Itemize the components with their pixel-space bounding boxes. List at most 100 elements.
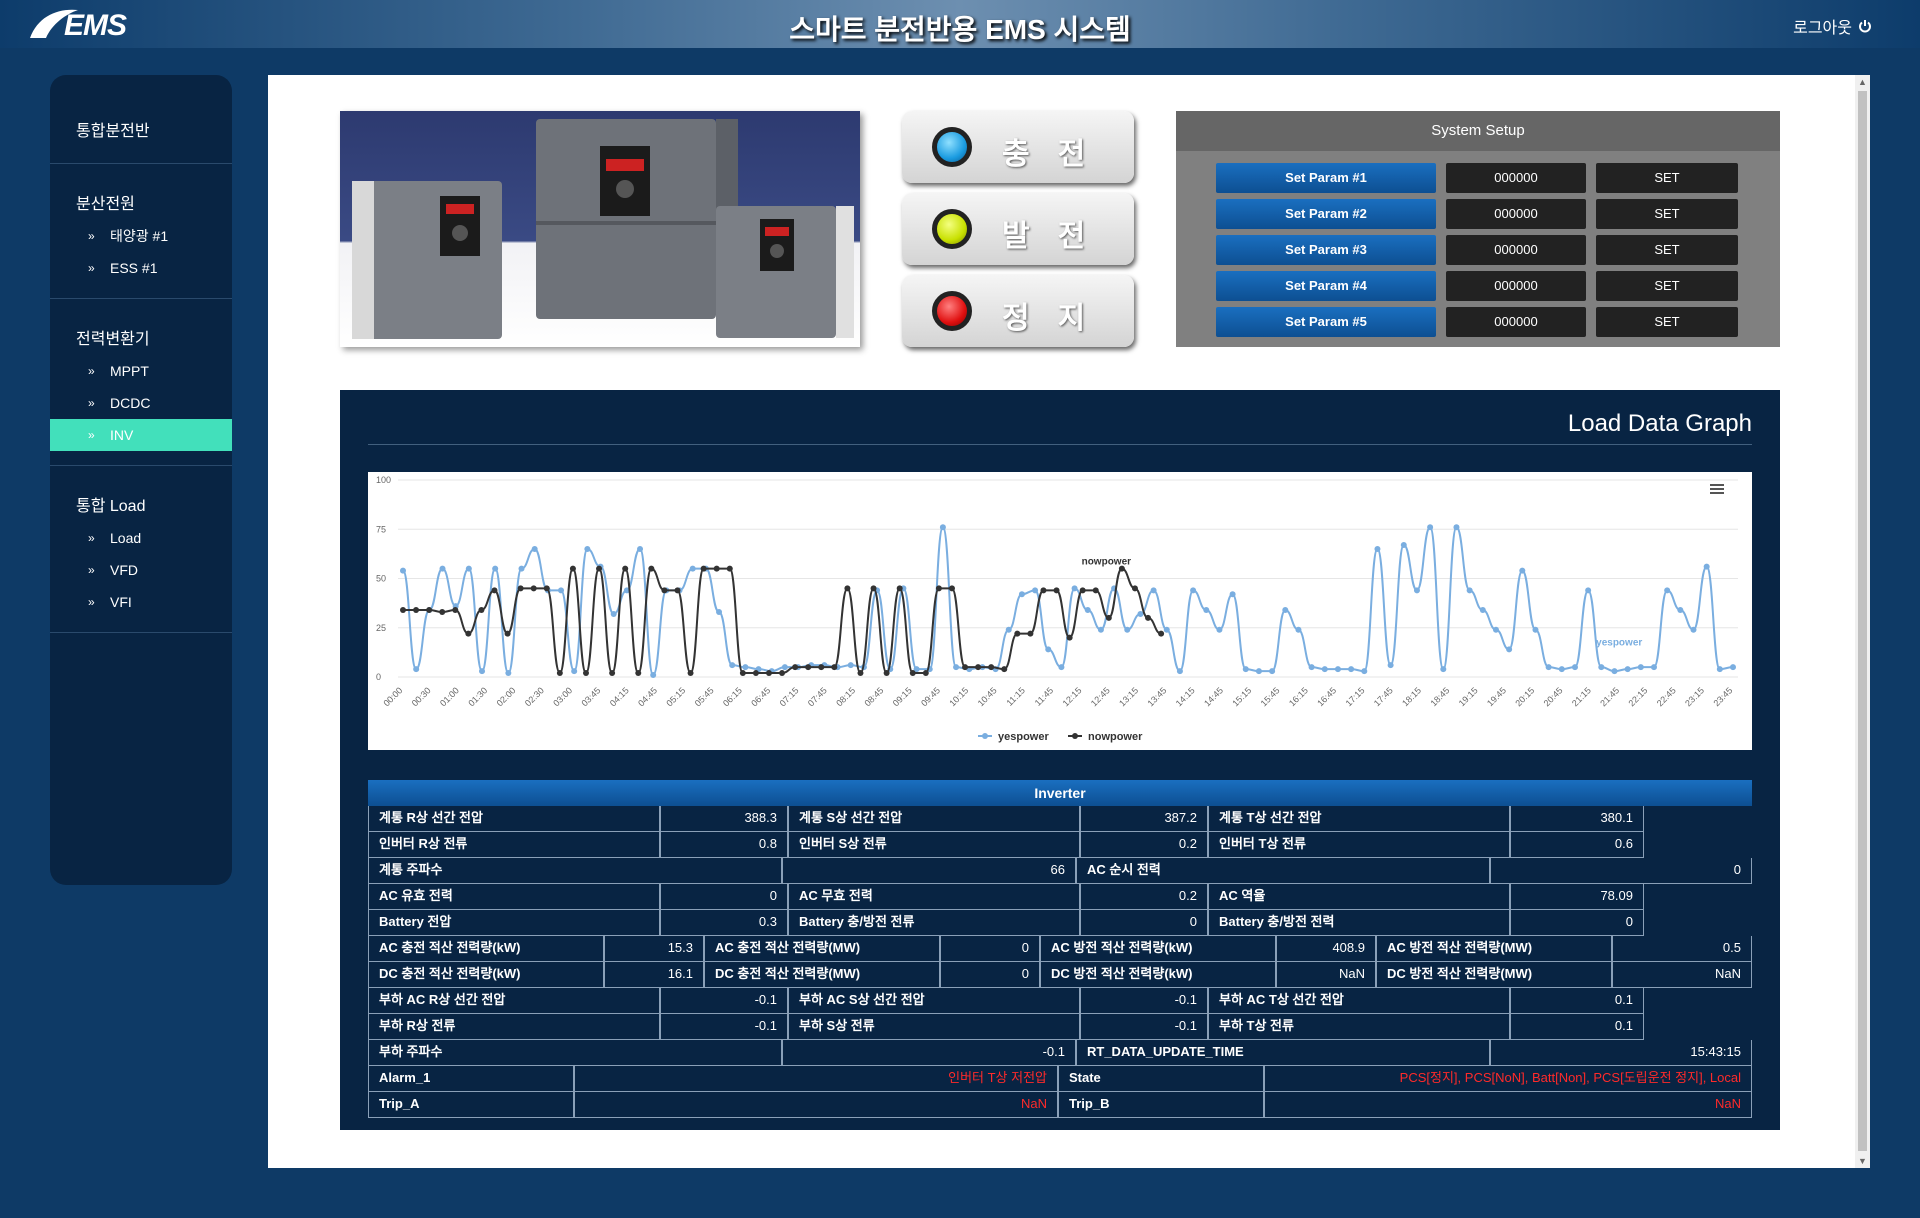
generate-button[interactable]: 발전 xyxy=(902,193,1134,265)
table-cell-label: DC 방전 적산 전력량(kW) xyxy=(1040,962,1276,988)
data-point-nowpower xyxy=(530,585,537,592)
table-cell-label: Battery 전압 xyxy=(368,910,660,936)
data-point-nowpower xyxy=(870,585,877,592)
set-param-1-set-button[interactable]: SET xyxy=(1596,163,1738,193)
table-cell-label: Trip_B xyxy=(1058,1092,1264,1118)
set-param-2-value[interactable]: 000000 xyxy=(1446,199,1586,229)
sidebar-item-solar[interactable]: » 태양광 #1 xyxy=(50,220,232,252)
table-cell-label: 계통 R상 선간 전압 xyxy=(368,806,660,832)
data-point-nowpower xyxy=(909,670,916,677)
table-cell-label: AC 방전 적산 전력량(MW) xyxy=(1376,936,1612,962)
header-bar: EMS 스마트 분전반용 EMS 시스템 로그아웃 xyxy=(0,0,1920,48)
legend-label-yespower: yespower xyxy=(998,731,1049,743)
sidebar-section-load: 통합 Load » Load » VFD » VFI xyxy=(50,466,232,633)
scroll-down-icon[interactable]: ▼ xyxy=(1858,1156,1867,1166)
setup-row: Set Param #3 000000 SET xyxy=(1216,235,1738,265)
sidebar-heading-load[interactable]: 통합 Load xyxy=(50,480,232,522)
table-cell-label: State xyxy=(1058,1066,1264,1092)
scroll-up-icon[interactable]: ▲ xyxy=(1858,77,1867,87)
set-param-3-set-button[interactable]: SET xyxy=(1596,235,1738,265)
sidebar-item-load[interactable]: » Load xyxy=(50,522,232,554)
table-cell-label: Trip_A xyxy=(368,1092,574,1118)
x-tick-label: 21:45 xyxy=(1598,685,1621,708)
data-point-yespower xyxy=(1677,607,1684,614)
sidebar-item-integrated-panel[interactable]: 통합분전반 xyxy=(50,105,232,147)
set-param-3-value[interactable]: 000000 xyxy=(1446,235,1586,265)
x-tick-label: 10:45 xyxy=(976,685,999,708)
data-point-yespower xyxy=(1242,666,1249,673)
set-param-1-value[interactable]: 000000 xyxy=(1446,163,1586,193)
set-param-1-button[interactable]: Set Param #1 xyxy=(1216,163,1436,193)
table-cell-label: 인버터 T상 전류 xyxy=(1208,832,1510,858)
data-point-nowpower xyxy=(844,585,851,592)
double-chevron-icon: » xyxy=(88,428,95,442)
data-point-nowpower xyxy=(413,607,420,614)
x-tick-label: 08:45 xyxy=(862,685,885,708)
table-cell-label: Alarm_1 xyxy=(368,1066,574,1092)
table-cell-label: 부하 주파수 xyxy=(368,1040,782,1066)
sidebar-item-mppt[interactable]: » MPPT xyxy=(50,355,232,387)
main-scrollbar[interactable]: ▲ ▼ xyxy=(1855,75,1870,1168)
generate-indicator-icon xyxy=(932,209,972,249)
table-cell-value: NaN xyxy=(1612,962,1752,988)
data-point-yespower xyxy=(1413,587,1420,594)
load-data-chart[interactable]: 0 25 50 75 100 00:00 00:30 01:00 01:30 02:00 02:30… xyxy=(368,472,1752,750)
data-point-yespower xyxy=(1190,587,1197,594)
data-point-yespower xyxy=(650,672,657,679)
sidebar-heading-distributed[interactable]: 분산전원 xyxy=(50,178,232,220)
data-point-yespower xyxy=(439,565,446,572)
x-tick-label: 13:45 xyxy=(1145,685,1168,708)
data-point-yespower xyxy=(1374,545,1381,552)
sidebar-item-inv[interactable]: » INV xyxy=(50,419,232,451)
data-point-yespower xyxy=(1163,626,1170,633)
nowpower-annotation: nowpower xyxy=(1082,557,1132,568)
x-tick-label: 09:15 xyxy=(891,685,914,708)
data-point-yespower xyxy=(716,608,723,615)
set-param-4-value[interactable]: 000000 xyxy=(1446,271,1586,301)
sidebar-item-vfi[interactable]: » VFI xyxy=(50,586,232,618)
data-point-yespower xyxy=(492,565,499,572)
data-point-yespower xyxy=(1334,666,1341,673)
data-point-nowpower xyxy=(465,630,472,637)
x-tick-label: 18:15 xyxy=(1400,685,1423,708)
logout-button[interactable]: 로그아웃 xyxy=(1793,14,1872,38)
sidebar-item-vfd[interactable]: » VFD xyxy=(50,554,232,586)
data-point-nowpower xyxy=(556,670,563,677)
charge-label: 충전 xyxy=(1002,138,1114,171)
sidebar-heading-converter[interactable]: 전력변환기 xyxy=(50,313,232,355)
data-point-yespower xyxy=(413,666,420,673)
charge-button[interactable]: 충전 xyxy=(902,111,1134,183)
set-param-5-button[interactable]: Set Param #5 xyxy=(1216,307,1436,337)
data-point-nowpower xyxy=(1001,666,1008,673)
table-cell-value: 0 xyxy=(1510,910,1644,936)
sidebar-item-ess[interactable]: » ESS #1 xyxy=(50,252,232,284)
data-point-yespower xyxy=(1308,664,1315,671)
set-param-4-button[interactable]: Set Param #4 xyxy=(1216,271,1436,301)
data-point-yespower xyxy=(939,524,946,531)
stop-button[interactable]: 정지 xyxy=(902,275,1134,347)
scroll-thumb[interactable] xyxy=(1858,91,1867,1151)
double-chevron-icon: » xyxy=(88,396,95,410)
set-param-2-set-button[interactable]: SET xyxy=(1596,199,1738,229)
set-param-3-button[interactable]: Set Param #3 xyxy=(1216,235,1436,265)
set-param-5-set-button[interactable]: SET xyxy=(1596,307,1738,337)
table-row: 인버터 R상 전류 0.8 인버터 S상 전류 0.2 인버터 T상 전류 0.6 xyxy=(368,832,1752,858)
table-cell-label: AC 순시 전력 xyxy=(1076,858,1490,884)
y-tick-label: 50 xyxy=(376,574,386,584)
set-param-4-set-button[interactable]: SET xyxy=(1596,271,1738,301)
sidebar-item-dcdc[interactable]: » DCDC xyxy=(50,387,232,419)
data-point-yespower xyxy=(479,668,486,675)
power-icon xyxy=(1859,20,1871,33)
table-cell-label: 부하 T상 전류 xyxy=(1208,1014,1510,1040)
table-cell-value: 인버터 T상 저전압 xyxy=(574,1066,1058,1092)
table-row: 부하 AC R상 선간 전압 -0.1 부하 AC S상 선간 전압 -0.1 부하 A… xyxy=(368,988,1752,1014)
set-param-5-value[interactable]: 000000 xyxy=(1446,307,1586,337)
data-point-yespower xyxy=(1716,666,1723,673)
data-point-yespower xyxy=(571,668,578,675)
sidebar-item-label: INV xyxy=(110,427,134,443)
data-point-nowpower xyxy=(831,664,838,671)
table-cell-label: 부하 AC T상 선간 전압 xyxy=(1208,988,1510,1014)
data-point-nowpower xyxy=(805,664,812,671)
y-tick-label: 25 xyxy=(376,623,386,633)
set-param-2-button[interactable]: Set Param #2 xyxy=(1216,199,1436,229)
